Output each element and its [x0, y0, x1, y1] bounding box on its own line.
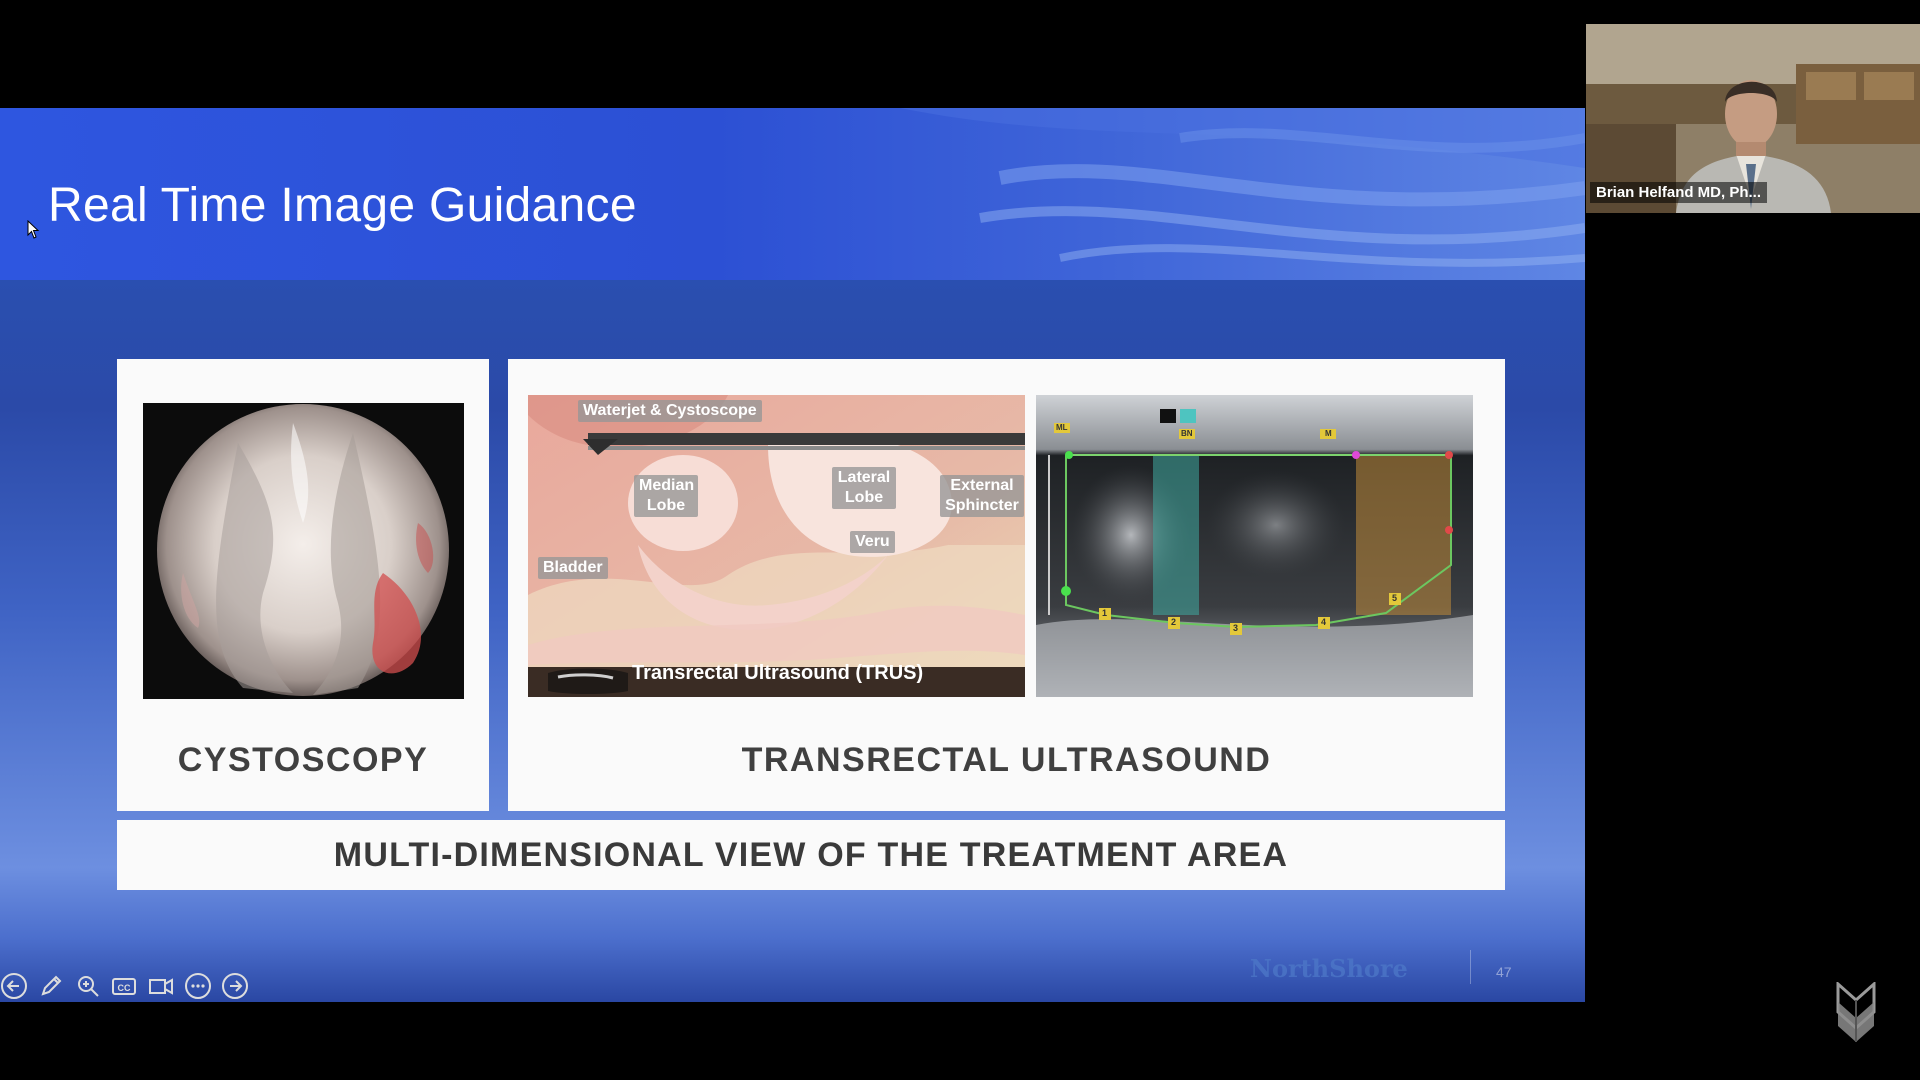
cc-icon: CC	[112, 978, 136, 995]
participant-video-tile[interactable]: Brian Helfand MD, Ph...	[1586, 24, 1920, 213]
ellipsis-circle-icon	[185, 973, 211, 999]
us-marker-4: 4	[1321, 617, 1327, 627]
camera-button[interactable]	[147, 972, 175, 1000]
more-options-button[interactable]	[184, 972, 212, 1000]
video-camera-icon	[149, 978, 173, 995]
arrow-right-circle-icon	[222, 973, 248, 999]
label-veru: Veru	[850, 531, 895, 553]
mouse-pointer-icon	[27, 220, 40, 239]
label-median-lobe: Median Lobe	[634, 475, 698, 517]
magnifier-icon	[78, 976, 99, 997]
label-bladder: Bladder	[538, 557, 608, 579]
us-marker-bn: BN	[1181, 429, 1193, 438]
label-external-sphincter: External Sphincter	[940, 475, 1024, 517]
us-marker-5: 5	[1392, 593, 1398, 603]
presenter-toolbar: CC	[0, 970, 260, 1002]
cystoscopy-image	[143, 403, 464, 699]
label-lateral-lobe: Lateral Lobe	[832, 467, 896, 509]
cystoscopy-panel: CYSTOSCOPY	[117, 359, 489, 811]
captions-button[interactable]: CC	[110, 972, 138, 1000]
us-marker-2: 2	[1171, 617, 1177, 627]
summary-banner-text: MULTI-DIMENSIONAL VIEW OF THE TREATMENT …	[333, 836, 1289, 874]
app-logo-icon	[1836, 982, 1876, 1042]
pen-icon	[41, 975, 62, 996]
slide-header: Real Time Image Guidance	[0, 108, 1585, 280]
trus-panel: Waterjet & Cystoscope Median Lobe Latera…	[508, 359, 1505, 811]
trus-caption: TRANSRECTAL ULTRASOUND	[741, 741, 1272, 779]
ultrasound-image: ML BN M 1 2 3 4 5	[1036, 395, 1473, 697]
summary-banner: MULTI-DIMENSIONAL VIEW OF THE TREATMENT …	[117, 820, 1505, 890]
cystoscopy-caption: CYSTOSCOPY	[177, 741, 429, 779]
zoom-button[interactable]	[74, 972, 102, 1000]
pen-tool-button[interactable]	[37, 972, 65, 1000]
label-trus: Transrectal Ultrasound (TRUS)	[632, 662, 924, 684]
next-slide-button[interactable]	[221, 972, 249, 1000]
svg-text:CC: CC	[118, 983, 131, 993]
previous-slide-button[interactable]	[0, 972, 28, 1000]
us-marker-1: 1	[1102, 608, 1108, 618]
us-marker-3: 3	[1233, 623, 1239, 633]
arrow-left-circle-icon	[1, 973, 27, 999]
us-marker-m: M	[1325, 429, 1332, 438]
prostate-anatomy-illustration: Waterjet & Cystoscope Median Lobe Latera…	[528, 395, 1025, 697]
footer-divider	[1470, 950, 1471, 984]
northshore-logo: NorthShore	[1250, 954, 1408, 983]
slide-page-number: 47	[1496, 964, 1512, 980]
label-waterjet: Waterjet & Cystoscope	[578, 400, 762, 422]
presentation-slide: Real Time Image Guidance CYSTOSCOPY Wate…	[0, 108, 1585, 1002]
participant-name-label: Brian Helfand MD, Ph...	[1590, 182, 1768, 203]
slide-title: Real Time Image Guidance	[48, 179, 637, 232]
us-marker-ml: ML	[1056, 423, 1068, 432]
